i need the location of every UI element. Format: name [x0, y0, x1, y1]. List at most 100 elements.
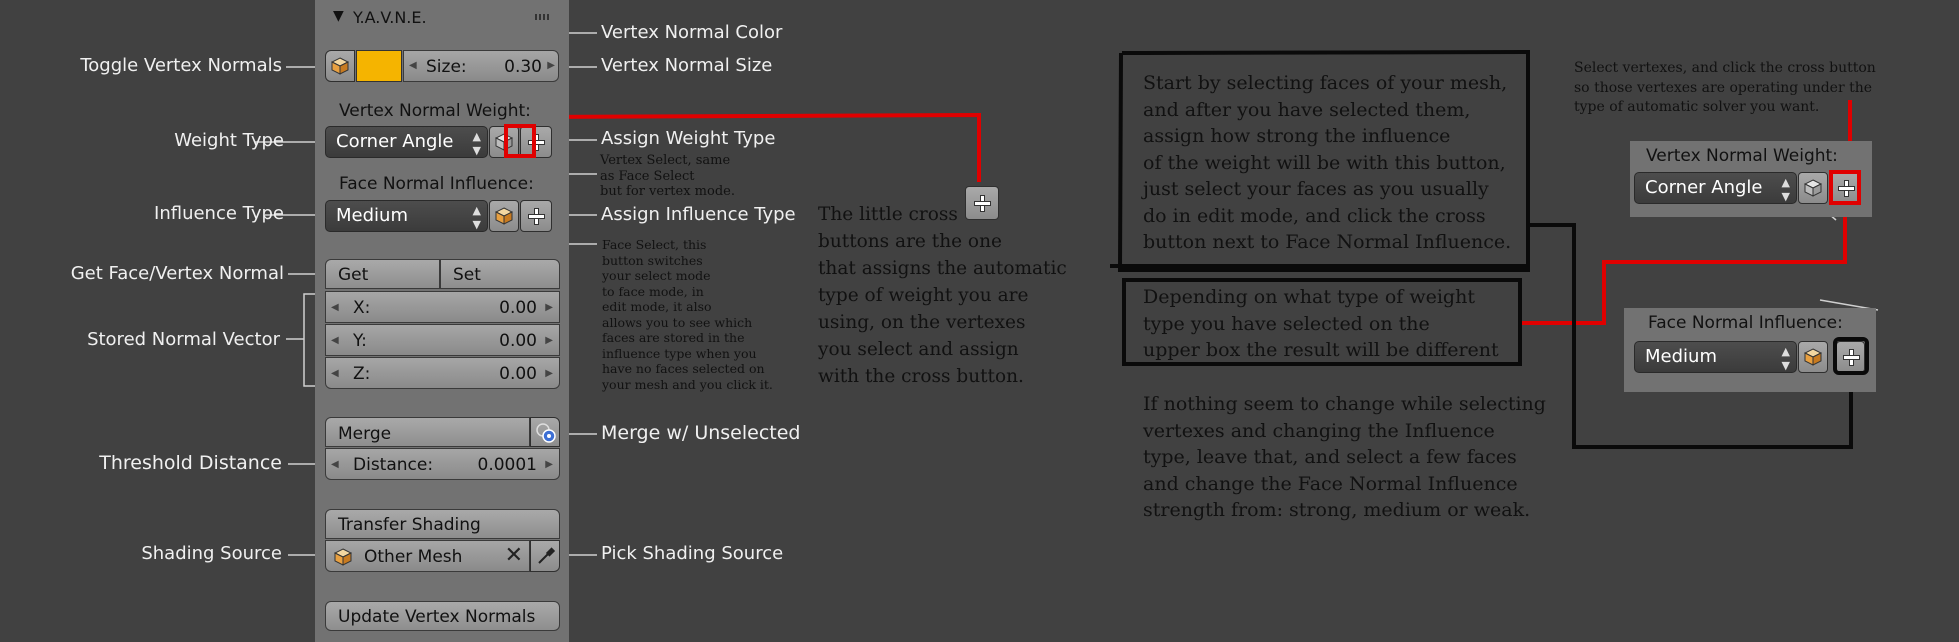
- note-line: type, leave that, and select a few faces: [1143, 446, 1517, 468]
- eyedropper-icon: [538, 547, 556, 564]
- shading-source-value: Other Mesh: [364, 547, 463, 567]
- note-line: and after you have selected them,: [1143, 98, 1471, 121]
- label-assign-influence-type: Assign Influence Type: [601, 204, 796, 225]
- panel-title: Y.A.V.N.E.: [353, 8, 427, 27]
- note-line: If nothing seem to change while selectin…: [1143, 393, 1546, 415]
- note-face-select: Face Select, this button switches your s…: [602, 237, 773, 392]
- note-line: buttons are the one: [818, 231, 1002, 252]
- distance-field[interactable]: ◀ Distance: 0.0001 ▶: [325, 448, 560, 480]
- collapse-triangle-icon[interactable]: ▼: [333, 8, 344, 24]
- plus-icon: [1842, 348, 1860, 366]
- inset-weight-label: Vertex Normal Weight:: [1646, 146, 1838, 166]
- note-line: influence type when you: [602, 345, 757, 361]
- decrement-arrow-icon[interactable]: ◀: [331, 335, 339, 346]
- cube-icon: [334, 548, 352, 566]
- decrement-arrow-icon[interactable]: ◀: [331, 368, 339, 379]
- size-field[interactable]: ◀ Size: 0.30 ▶: [403, 50, 559, 82]
- inset-assign-weight-button: [1831, 172, 1859, 204]
- transfer-shading-button[interactable]: Transfer Shading: [325, 509, 560, 539]
- toggle-vertex-normals-button[interactable]: [325, 50, 355, 82]
- inset-weight-value: Corner Angle: [1645, 177, 1763, 198]
- update-vertex-normals-button[interactable]: Update Vertex Normals: [325, 601, 560, 631]
- decrement-arrow-icon[interactable]: ◀: [409, 60, 417, 71]
- shading-source-field[interactable]: Other Mesh ✕: [325, 540, 530, 572]
- merge-button[interactable]: Merge: [325, 417, 530, 447]
- increment-arrow-icon[interactable]: ▶: [547, 60, 555, 71]
- label-influence-type: Influence Type: [154, 203, 284, 224]
- set-normal-button[interactable]: Set: [440, 259, 560, 289]
- note-line: but for vertex mode.: [600, 184, 735, 199]
- face-select-button[interactable]: [489, 200, 519, 232]
- inset-influence-panel: Face Normal Influence: Medium ▲ ▼: [1624, 308, 1876, 392]
- note-line: vertexes and changing the Influence: [1143, 419, 1495, 442]
- note-line: Start by selecting faces of your mesh,: [1143, 72, 1508, 94]
- get-normal-button[interactable]: Get: [325, 259, 440, 289]
- cube-icon: [495, 133, 513, 151]
- label-assign-weight-type: Assign Weight Type: [601, 128, 776, 149]
- y-value: 0.00: [499, 331, 537, 351]
- note-cross-buttons: The little cross buttons are the one tha…: [818, 201, 1067, 390]
- increment-arrow-icon[interactable]: ▶: [545, 459, 553, 470]
- plus-icon: [527, 207, 545, 225]
- dropdown-arrows-icon: ▲ ▼: [1781, 176, 1790, 203]
- y-label: Y:: [353, 331, 367, 351]
- note-line: faces are stored in the: [602, 330, 745, 345]
- weight-section-label: Vertex Normal Weight:: [339, 101, 531, 121]
- label-weight-type: Weight Type: [174, 130, 284, 151]
- merge-unselected-toggle[interactable]: [530, 417, 560, 447]
- note-line: type of automatic solver you want.: [1574, 99, 1820, 115]
- inset-weight-panel: Vertex Normal Weight: Corner Angle ▲ ▼: [1630, 141, 1872, 217]
- note-line: have no faces selected on: [602, 361, 765, 376]
- assign-weight-type-button[interactable]: [520, 126, 552, 158]
- note-line: upper box the result will be different: [1143, 339, 1499, 361]
- note-line: of the weight will be with this button,: [1143, 151, 1506, 174]
- increment-arrow-icon[interactable]: ▶: [545, 335, 553, 346]
- normal-x-field[interactable]: ◀ X: 0.00 ▶: [325, 291, 560, 323]
- cube-icon: [1804, 348, 1822, 366]
- note-line: button next to Face Normal Influence.: [1143, 231, 1512, 253]
- plus-icon: [973, 194, 991, 212]
- note-line: so those vertexes are operating under th…: [1574, 79, 1873, 96]
- label-pick-shading-source: Pick Shading Source: [601, 543, 784, 564]
- dropdown-arrows-icon: ▲ ▼: [472, 130, 481, 157]
- z-label: Z:: [353, 364, 371, 384]
- decrement-arrow-icon[interactable]: ◀: [331, 302, 339, 313]
- influence-type-dropdown[interactable]: Medium ▲ ▼: [325, 200, 488, 232]
- cube-icon: [1804, 179, 1822, 197]
- decrement-arrow-icon[interactable]: ◀: [331, 459, 339, 470]
- plus-icon: [527, 133, 545, 151]
- inset-vertex-select-button: [1798, 172, 1828, 204]
- increment-arrow-icon[interactable]: ▶: [545, 368, 553, 379]
- pick-shading-source-button[interactable]: [530, 540, 560, 572]
- assign-influence-type-button[interactable]: [520, 200, 552, 232]
- cube-icon: [495, 207, 513, 225]
- vertex-select-button[interactable]: [489, 126, 519, 158]
- drag-grip-icon[interactable]: [535, 14, 549, 20]
- note-select-vertexes: Select vertexes, and click the cross but…: [1574, 59, 1876, 118]
- plus-icon: [1837, 179, 1855, 197]
- label-shading-source: Shading Source: [141, 543, 282, 564]
- note-line: Select vertexes, and click the cross but…: [1574, 60, 1876, 76]
- normal-z-field[interactable]: ◀ Z: 0.00 ▶: [325, 357, 560, 389]
- yavne-panel: ▼ Y.A.V.N.E. ◀ Size: 0.30 ▶ Vertex Norma…: [315, 0, 569, 642]
- weight-type-dropdown[interactable]: Corner Angle ▲ ▼: [325, 126, 488, 158]
- increment-arrow-icon[interactable]: ▶: [545, 302, 553, 313]
- cube-icon: [331, 57, 349, 75]
- example-cross-button: [965, 186, 999, 220]
- vertex-normal-color-swatch[interactable]: [356, 50, 402, 82]
- note-line: your mesh and you click it.: [602, 376, 773, 392]
- note-line: as Face Select: [600, 168, 695, 184]
- note-line: to face mode, in: [602, 283, 704, 299]
- note-line: using, on the vertexes: [818, 312, 1026, 333]
- label-stored-normal-vector: Stored Normal Vector: [87, 329, 280, 350]
- dropdown-arrows-icon: ▲ ▼: [1781, 345, 1790, 372]
- note-line: type of weight you are: [818, 285, 1029, 306]
- normal-y-field[interactable]: ◀ Y: 0.00 ▶: [325, 324, 560, 356]
- close-icon[interactable]: ✕: [505, 543, 523, 568]
- note-depending: Depending on what type of weight type yo…: [1143, 284, 1499, 364]
- note-line: type you have selected on the: [1143, 312, 1430, 335]
- weight-type-value: Corner Angle: [336, 131, 454, 152]
- distance-label: Distance:: [353, 455, 434, 475]
- size-label: Size:: [426, 57, 467, 77]
- note-line: just select your faces as you usually: [1143, 178, 1489, 200]
